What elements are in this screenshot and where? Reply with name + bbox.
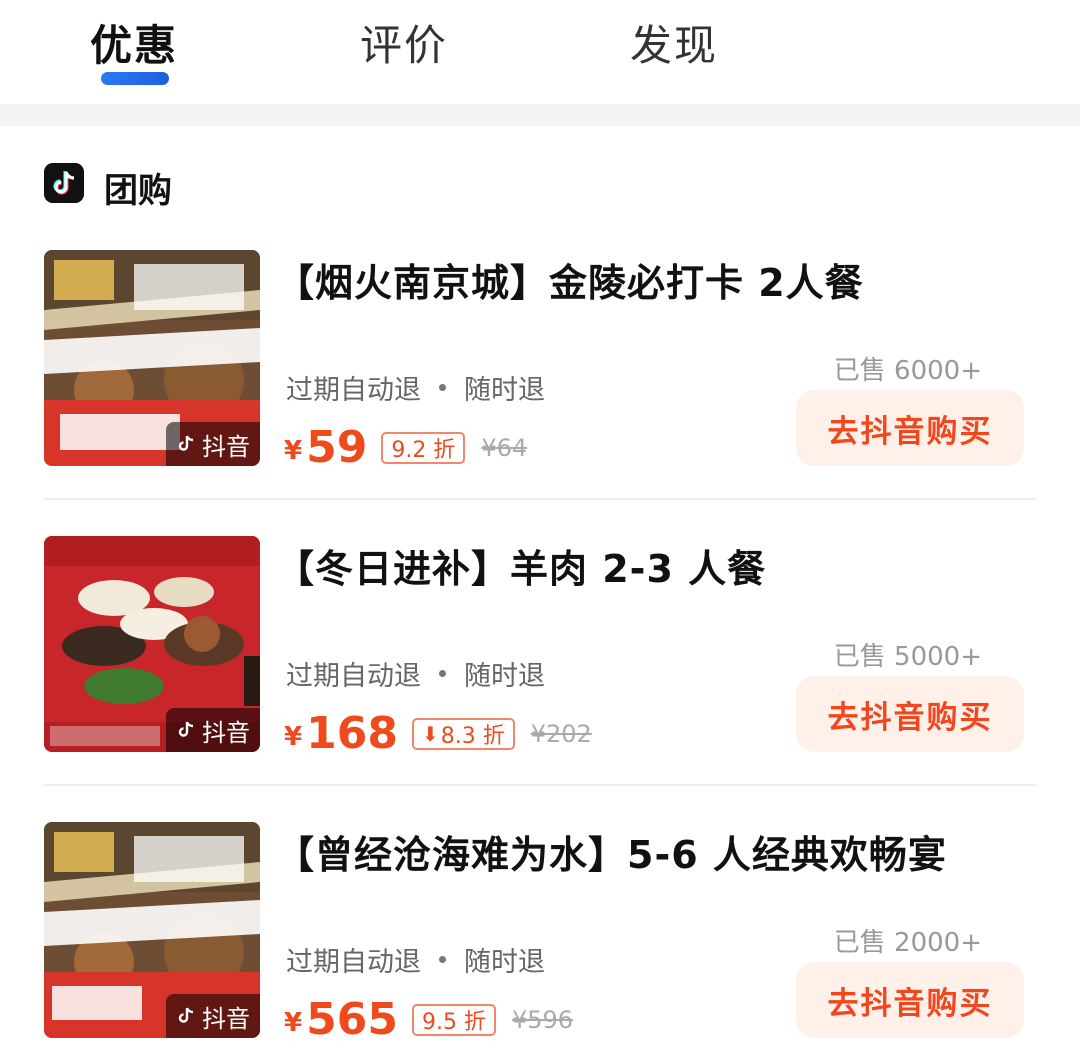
discount-label: 8.3 折: [440, 724, 505, 749]
price-row: ¥ 565 9.5 折 ¥596: [284, 994, 573, 1042]
deal-image[interactable]: 抖音: [44, 822, 260, 1038]
badge-label: 抖音: [202, 432, 250, 461]
douyin-badge: 抖音: [166, 994, 260, 1038]
tab-discounts[interactable]: 优惠: [90, 12, 178, 73]
douyin-logo-icon: [44, 163, 84, 203]
tag-anytime-refund: 随时退: [464, 661, 545, 692]
deal-price: 168: [306, 708, 398, 759]
section-title: 团购: [104, 171, 172, 211]
down-arrow-icon: ⬇: [421, 722, 439, 746]
tag-separator: [439, 956, 446, 963]
currency-symbol: ¥: [284, 1008, 303, 1038]
deal-card[interactable]: 抖音 【烟火南京城】金陵必打卡 2人餐 过期自动退 随时退 ¥ 59 9.2 折…: [44, 250, 1036, 500]
tab-bar: 优惠 评价 发现: [0, 0, 1080, 104]
tag-separator: [439, 384, 446, 391]
buy-on-douyin-button[interactable]: 去抖音购买: [796, 962, 1024, 1038]
refund-tags: 过期自动退 随时退: [286, 940, 545, 979]
deal-title[interactable]: 【烟火南京城】金陵必打卡 2人餐: [276, 252, 864, 307]
sold-count: 已售 5000+: [833, 642, 982, 672]
tag-auto-refund: 过期自动退: [286, 947, 421, 978]
buy-on-douyin-button[interactable]: 去抖音购买: [796, 676, 1024, 752]
douyin-mini-icon: [178, 435, 194, 451]
tag-anytime-refund: 随时退: [464, 947, 545, 978]
price-row: ¥ 59 9.2 折 ¥64: [284, 422, 527, 470]
tag-auto-refund: 过期自动退: [286, 661, 421, 692]
discount-badge: 9.5 折: [411, 1004, 496, 1036]
badge-label: 抖音: [202, 1004, 250, 1033]
deal-card[interactable]: 抖音 【冬日进补】羊肉 2-3 人餐 过期自动退 随时退 ¥ 168 ⬇ 8.3…: [44, 536, 1036, 786]
deal-title[interactable]: 【冬日进补】羊肉 2-3 人餐: [276, 538, 766, 593]
section-separator: [0, 104, 1080, 126]
currency-symbol: ¥: [284, 722, 303, 752]
sold-count: 已售 6000+: [833, 356, 982, 386]
tab-discover[interactable]: 发现: [630, 12, 718, 73]
deal-price: 59: [306, 422, 368, 473]
refund-tags: 过期自动退 随时退: [286, 368, 545, 407]
discount-label: 9.5 折: [421, 1010, 486, 1035]
discount-label: 9.2 折: [391, 438, 456, 463]
active-tab-indicator: [101, 72, 169, 85]
buy-on-douyin-button[interactable]: 去抖音购买: [796, 390, 1024, 466]
deal-price: 565: [306, 994, 398, 1045]
currency-symbol: ¥: [284, 436, 303, 466]
original-price: ¥202: [530, 720, 592, 748]
original-price: ¥596: [511, 1006, 574, 1034]
deal-image[interactable]: 抖音: [44, 250, 260, 466]
tag-auto-refund: 过期自动退: [286, 375, 421, 406]
badge-label: 抖音: [202, 718, 250, 747]
douyin-mini-icon: [178, 1007, 194, 1023]
discount-badge: 9.2 折: [381, 432, 466, 464]
douyin-badge: 抖音: [166, 708, 260, 752]
price-row: ¥ 168 ⬇ 8.3 折 ¥202: [284, 708, 592, 756]
deal-title[interactable]: 【曾经沧海难为水】5-6 人经典欢畅宴: [276, 824, 947, 879]
douyin-mini-icon: [178, 721, 194, 737]
tag-anytime-refund: 随时退: [464, 375, 545, 406]
discount-badge: ⬇ 8.3 折: [411, 718, 515, 750]
sold-count: 已售 2000+: [833, 928, 982, 958]
douyin-badge: 抖音: [166, 422, 260, 466]
deal-image[interactable]: 抖音: [44, 536, 260, 752]
tag-separator: [439, 670, 446, 677]
original-price: ¥64: [481, 434, 528, 462]
refund-tags: 过期自动退 随时退: [286, 654, 545, 693]
deal-card[interactable]: 抖音 【曾经沧海难为水】5-6 人经典欢畅宴 过期自动退 随时退 ¥ 565 9…: [44, 822, 1036, 1058]
tab-reviews[interactable]: 评价: [360, 12, 448, 73]
